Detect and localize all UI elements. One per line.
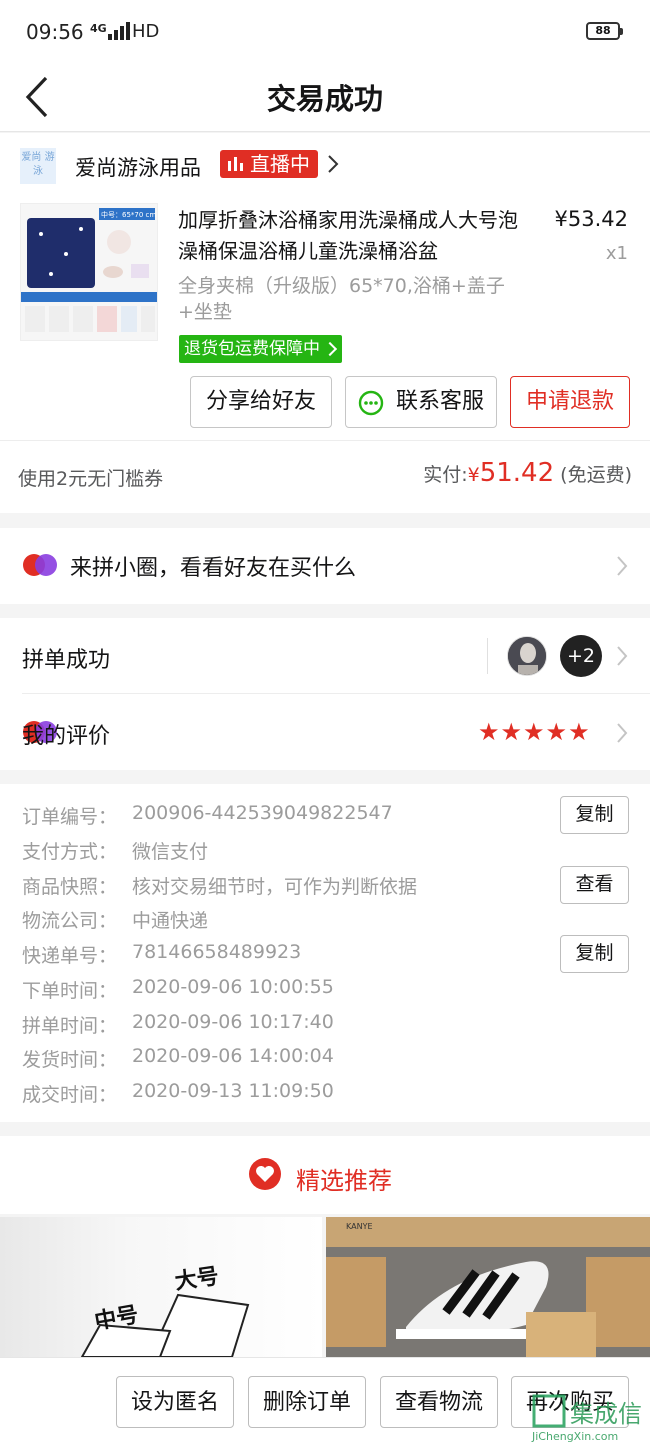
info-label: 支付方式：: [22, 841, 118, 863]
group-time-row: 拼单时间： 2020-09-06 10:17:40: [22, 1011, 334, 1038]
signal-icon: [108, 22, 130, 40]
nav-bar: 交易成功: [0, 64, 650, 132]
product-title[interactable]: 加厚折叠沐浴桶家用洗澡桶成人大号泡澡桶保温浴桶儿童洗澡桶浴盆: [178, 205, 528, 267]
view-logistics-button[interactable]: 查看物流: [380, 1376, 498, 1428]
anonymous-button[interactable]: 设为匿名: [116, 1376, 234, 1428]
product-picture: 中号：65*70 cm: [21, 204, 157, 340]
order-time-value: 2020-09-06 10:00:55: [132, 976, 334, 998]
share-button[interactable]: 分享给好友: [190, 376, 332, 428]
courier-row: 物流公司： 中通快递: [22, 906, 208, 933]
review-label: 我的评价: [22, 724, 111, 749]
review-row[interactable]: 我的评价 ★★★★★: [0, 694, 650, 770]
status-time: 09:56: [26, 20, 84, 44]
recommend-header: 精选推荐: [0, 1136, 650, 1214]
order-number-value: 200906-442539049822547: [132, 802, 393, 824]
refund-button[interactable]: 申请退款: [510, 376, 630, 428]
svg-text:集成信: 集成信: [570, 1400, 642, 1428]
page-title: 交易成功: [266, 82, 383, 116]
chevron-right-icon: [617, 556, 628, 576]
friend-circle-row[interactable]: 来拼小圈，看看好友在买什么: [0, 528, 650, 604]
svg-text:JiChengXin.com: JiChengXin.com: [531, 1430, 618, 1443]
friend-circle-label: 来拼小圈，看看好友在买什么: [70, 556, 357, 581]
snapshot-row: 商品快照： 核对交易细节时，可作为判断依据: [22, 872, 417, 899]
product-picture: KANYE: [326, 1217, 650, 1357]
service-label: 联系客服: [395, 389, 484, 414]
complete-time-row: 成交时间： 2020-09-13 11:09:50: [22, 1080, 334, 1107]
info-label: 成交时间：: [22, 1084, 118, 1106]
rating-stars: ★★★★★: [478, 718, 591, 746]
chevron-right-icon: [617, 723, 628, 743]
delete-order-button[interactable]: 删除订单: [248, 1376, 366, 1428]
paid-total: 实付:¥51.42 (免运费): [423, 458, 632, 488]
order-info-card: 订单编号： 200906-442539049822547 复制 支付方式： 微信支付…: [0, 784, 650, 1122]
product-spec: 全身夹棉（升级版）65*70,浴桶+盖子+坐垫: [178, 275, 505, 323]
group-time-value: 2020-09-06 10:17:40: [132, 1011, 334, 1033]
customer-service-button[interactable]: 联系客服: [345, 376, 497, 428]
guarantee-badge[interactable]: 退货包运费保障中: [179, 335, 342, 363]
chevron-right-icon[interactable]: [326, 152, 342, 176]
recommend-title: 精选推荐: [296, 1167, 392, 1195]
snapshot-value: 核对交易细节时，可作为判断依据: [132, 876, 418, 898]
tracking-number-value: 78146658489923: [132, 941, 302, 963]
info-label: 快递单号：: [22, 945, 118, 967]
chevron-right-icon: [617, 646, 628, 666]
currency-symbol: ¥: [467, 464, 480, 486]
live-label: 直播中: [250, 152, 310, 176]
shop-name[interactable]: 爱尚游泳用品: [75, 152, 201, 182]
divider: [0, 440, 650, 441]
order-card: 爱尚 游泳 爱尚游泳用品 直播中 中号：65*70 cm 加厚折叠沐浴桶家用洗澡…: [0, 133, 650, 513]
ship-time-row: 发货时间： 2020-09-06 14:00:04: [22, 1045, 334, 1072]
box-brand-label: KANYE: [346, 1222, 373, 1231]
order-number-row: 订单编号： 200906-442539049822547: [22, 802, 393, 829]
chat-icon: [358, 390, 384, 416]
group-success-label[interactable]: 拼单成功: [22, 642, 110, 674]
info-label: 订单编号：: [22, 806, 118, 828]
product-price: ¥53.42: [554, 207, 628, 231]
view-snapshot-button[interactable]: 查看: [560, 866, 629, 904]
paid-label: 实付:: [423, 464, 468, 486]
product-image[interactable]: 中号：65*70 cm: [20, 203, 158, 341]
copy-order-number-button[interactable]: 复制: [560, 796, 629, 834]
courier-value: 中通快递: [132, 910, 209, 932]
network-type: 4G: [90, 22, 107, 35]
group-review-card: 拼单成功 +2 我的评价 ★★★★★: [0, 618, 650, 770]
tracking-number-row: 快递单号： 78146658489923: [22, 941, 301, 968]
recommend-item-right[interactable]: KANYE: [326, 1217, 650, 1357]
info-label: 下单时间：: [22, 980, 118, 1002]
payment-method-row: 支付方式： 微信支付: [22, 837, 208, 864]
product-size-label: 中号：65*70 cm: [101, 210, 156, 219]
avatar[interactable]: [507, 636, 547, 676]
duo-circle-icon: [23, 554, 57, 576]
recommend-item-left[interactable]: 大号 中号: [0, 1217, 322, 1357]
complete-time-value: 2020-09-13 11:09:50: [132, 1080, 334, 1102]
product-quantity: x1: [605, 243, 628, 264]
size-large-label: 大号: [173, 1264, 220, 1295]
info-label: 物流公司：: [22, 910, 118, 932]
coupon-text: 使用2元无门槛券: [18, 468, 164, 490]
paid-amount: 51.42: [479, 458, 555, 488]
more-members-badge[interactable]: +2: [560, 635, 602, 677]
heart-icon: [249, 1158, 281, 1190]
shipping-note: (免运费): [560, 464, 632, 486]
divider: [487, 638, 488, 674]
info-label: 拼单时间：: [22, 1015, 118, 1037]
product-picture: 大号 中号: [80, 1264, 250, 1357]
info-label: 发货时间：: [22, 1049, 118, 1071]
live-badge[interactable]: 直播中: [220, 150, 318, 178]
status-bar: 09:56 4G HD 88: [0, 0, 650, 64]
shop-logo[interactable]: 爱尚 游泳: [20, 148, 56, 184]
watermark-logo: 集成信 JiChengXin.com: [531, 1394, 642, 1443]
payment-method-value: 微信支付: [132, 841, 209, 863]
info-label: 商品快照：: [22, 876, 118, 898]
live-icon: [228, 157, 244, 171]
copy-tracking-button[interactable]: 复制: [560, 935, 629, 973]
ship-time-value: 2020-09-06 14:00:04: [132, 1045, 334, 1067]
battery-icon: 88: [586, 22, 623, 40]
hd-indicator: HD: [132, 21, 160, 42]
order-time-row: 下单时间： 2020-09-06 10:00:55: [22, 976, 334, 1003]
